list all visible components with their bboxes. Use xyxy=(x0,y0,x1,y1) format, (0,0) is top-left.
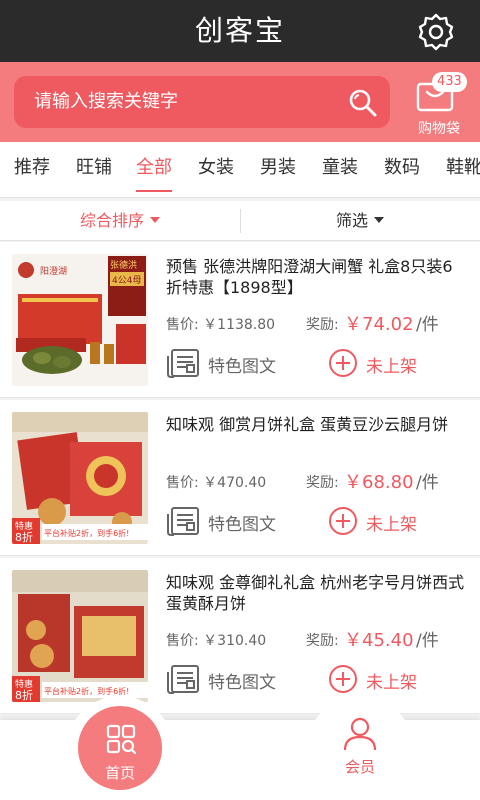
tab-women[interactable]: 女装 xyxy=(196,142,236,197)
cart-badge: 433 xyxy=(432,72,467,92)
product-thumb-brand: 张德洪 xyxy=(110,259,137,271)
product-item[interactable]: 特惠 8折 平台补贴2折，到手6折! 知味观 金尊御礼礼盒 杭州老字号月饼西式蛋… xyxy=(0,558,480,714)
document-icon xyxy=(167,349,199,378)
reward-label: 奖励: xyxy=(306,633,339,649)
search-input[interactable]: 请输入搜索关键字 xyxy=(14,76,390,128)
feature-label: 特色图文 xyxy=(208,515,276,535)
product-thumb-sub: 4公4母 xyxy=(112,275,141,286)
product-name: 知味观 御赏月饼礼盒 蛋黄豆沙云腿月饼 xyxy=(166,415,449,434)
sort-bar: 综合排序 筛选 xyxy=(0,201,480,241)
sort-comprehensive-button[interactable]: 综合排序 xyxy=(0,201,240,241)
product-thumb-discount: 8折 xyxy=(15,688,33,702)
feature-label: 特色图文 xyxy=(208,673,276,693)
product-image: 特惠 8折 平台补贴2折，到手6折! xyxy=(12,412,148,544)
nav-member-label: 会员 xyxy=(344,758,375,776)
tab-shops[interactable]: 旺铺 xyxy=(74,142,114,197)
product-item[interactable]: 特惠 8折 平台补贴2折，到手6折! 知味观 御赏月饼礼盒 蛋黄豆沙云腿月饼 售… xyxy=(0,400,480,556)
tab-shoes[interactable]: 鞋靴 xyxy=(444,142,480,197)
svg-text:阳澄湖: 阳澄湖 xyxy=(40,265,67,277)
reward-unit: /件 xyxy=(416,473,439,493)
list-product-button[interactable]: 未上架 xyxy=(328,662,448,698)
reward-unit: /件 xyxy=(416,315,439,335)
status-label: 未上架 xyxy=(366,673,417,693)
product-name: 预售 张德洪牌阳澄湖大闸蟹 礼盒8只装6折特惠【1898型】 xyxy=(166,257,453,297)
category-tabs: 推荐 旺铺 全部 女装 男装 童装 数码 鞋靴 xyxy=(0,142,480,198)
search-bar: 请输入搜索关键字 433 购物袋 xyxy=(0,62,480,142)
grid-search-icon xyxy=(106,724,136,754)
user-icon xyxy=(343,717,377,751)
sort-comprehensive-label: 综合排序 xyxy=(79,211,144,230)
feature-button[interactable]: 特色图文 xyxy=(166,346,286,382)
status-label: 未上架 xyxy=(366,515,417,535)
document-icon xyxy=(167,665,199,694)
add-circle-icon xyxy=(329,665,357,693)
product-name: 知味观 金尊御礼礼盒 杭州老字号月饼西式蛋黄酥月饼 xyxy=(166,573,465,613)
reward-label: 奖励: xyxy=(306,475,339,491)
filter-label: 筛选 xyxy=(335,211,368,230)
feature-button[interactable]: 特色图文 xyxy=(166,662,286,698)
gear-icon[interactable] xyxy=(416,12,456,52)
nav-member-button[interactable]: 会员 xyxy=(306,696,414,800)
cart-button[interactable]: 433 购物袋 xyxy=(404,68,474,138)
reward-label: 奖励: xyxy=(306,317,339,333)
reward-value: ￥68.80 xyxy=(344,472,414,493)
tab-recommend[interactable]: 推荐 xyxy=(12,142,52,197)
reward-value: ￥45.40 xyxy=(344,630,414,651)
product-image: 阳澄湖 张德洪 4公4母 xyxy=(12,254,148,386)
cart-label: 购物袋 xyxy=(418,121,460,137)
product-thumb-banner: 平台补贴2折，到手6折! xyxy=(44,686,129,696)
search-icon[interactable] xyxy=(348,88,378,118)
reward-unit: /件 xyxy=(416,631,439,651)
feature-label: 特色图文 xyxy=(208,357,276,377)
tab-kids[interactable]: 童装 xyxy=(320,142,360,197)
product-price: 售价: ￥310.40 xyxy=(166,633,267,649)
caret-down-icon xyxy=(374,217,384,223)
nav-home-button[interactable]: 首页 xyxy=(66,696,174,800)
product-item[interactable]: 阳澄湖 张德洪 4公4母 预售 张德洪牌阳澄湖大闸蟹 礼盒8只装6折特惠【189… xyxy=(0,242,480,398)
product-image: 特惠 8折 平台补贴2折，到手6折! xyxy=(12,570,148,702)
tab-digital[interactable]: 数码 xyxy=(382,142,422,197)
tab-all[interactable]: 全部 xyxy=(136,142,172,197)
title-bar: 创客宝 xyxy=(0,0,480,62)
product-thumb-discount: 8折 xyxy=(15,530,33,544)
feature-button[interactable]: 特色图文 xyxy=(166,504,286,540)
page-title: 创客宝 xyxy=(194,14,285,47)
add-circle-icon xyxy=(329,349,357,377)
tab-men[interactable]: 男装 xyxy=(258,142,298,197)
search-placeholder: 请输入搜索关键字 xyxy=(34,91,178,112)
status-label: 未上架 xyxy=(366,357,417,377)
nav-home-label: 首页 xyxy=(104,764,135,782)
product-price: 售价: ￥1138.80 xyxy=(166,317,276,333)
list-product-button[interactable]: 未上架 xyxy=(328,504,448,540)
product-thumb-banner: 平台补贴2折，到手6折! xyxy=(44,528,129,538)
add-circle-icon xyxy=(329,507,357,535)
reward-value: ￥74.02 xyxy=(344,314,414,335)
filter-button[interactable]: 筛选 xyxy=(240,201,480,241)
caret-down-icon xyxy=(150,217,160,223)
list-product-button[interactable]: 未上架 xyxy=(328,346,448,382)
nav-home-disc: 首页 xyxy=(78,706,162,790)
document-icon xyxy=(167,507,199,536)
product-price: 售价: ￥470.40 xyxy=(166,475,267,491)
